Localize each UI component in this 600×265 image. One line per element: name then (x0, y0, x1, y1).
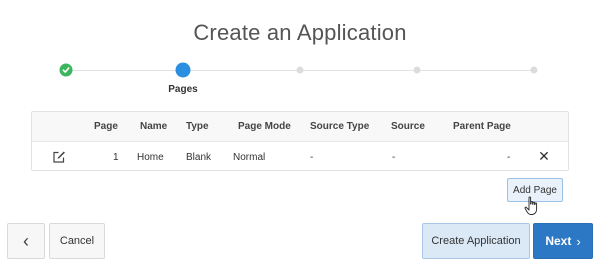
step-4 (413, 66, 421, 74)
header-type: Type (186, 121, 209, 132)
cell-type: Blank (186, 152, 212, 163)
back-button[interactable]: ‹ (7, 223, 45, 259)
step-2-label: Pages (168, 84, 198, 95)
table-row: 1 Home Blank Normal - - - ✕ (32, 143, 568, 171)
cell-page-mode: Normal (233, 152, 266, 163)
next-button[interactable]: Next › (533, 223, 593, 259)
next-button-label: Next (545, 234, 572, 248)
step-1-complete (59, 63, 73, 77)
cell-source: - (392, 152, 396, 163)
step-3 (296, 66, 304, 74)
cell-source-type: - (310, 152, 314, 163)
step-2-current (175, 62, 191, 78)
header-name: Name (140, 121, 168, 132)
create-application-button[interactable]: Create Application (422, 223, 530, 259)
progress-steps: Pages (0, 60, 600, 100)
chevron-left-icon: ‹ (23, 231, 29, 251)
cell-name: Home (137, 152, 164, 163)
pages-table: Page Name Type Page Mode Source Type Sou… (31, 111, 569, 171)
chevron-right-icon: › (576, 233, 581, 249)
header-source-type: Source Type (310, 121, 370, 132)
header-page: Page (94, 121, 118, 132)
close-icon[interactable]: ✕ (537, 149, 551, 163)
table-header: Page Name Type Page Mode Source Type Sou… (32, 112, 568, 142)
step-5 (530, 66, 538, 74)
edit-icon[interactable] (52, 150, 66, 164)
header-source: Source (391, 121, 425, 132)
hand-pointer-icon (524, 196, 538, 215)
header-page-mode: Page Mode (238, 121, 291, 132)
header-parent-page: Parent Page (453, 121, 511, 132)
cancel-button[interactable]: Cancel (49, 223, 105, 259)
cell-page: 1 (113, 152, 119, 163)
page-title: Create an Application (193, 20, 407, 45)
check-icon (62, 67, 70, 73)
cell-parent-page: - (507, 152, 511, 163)
